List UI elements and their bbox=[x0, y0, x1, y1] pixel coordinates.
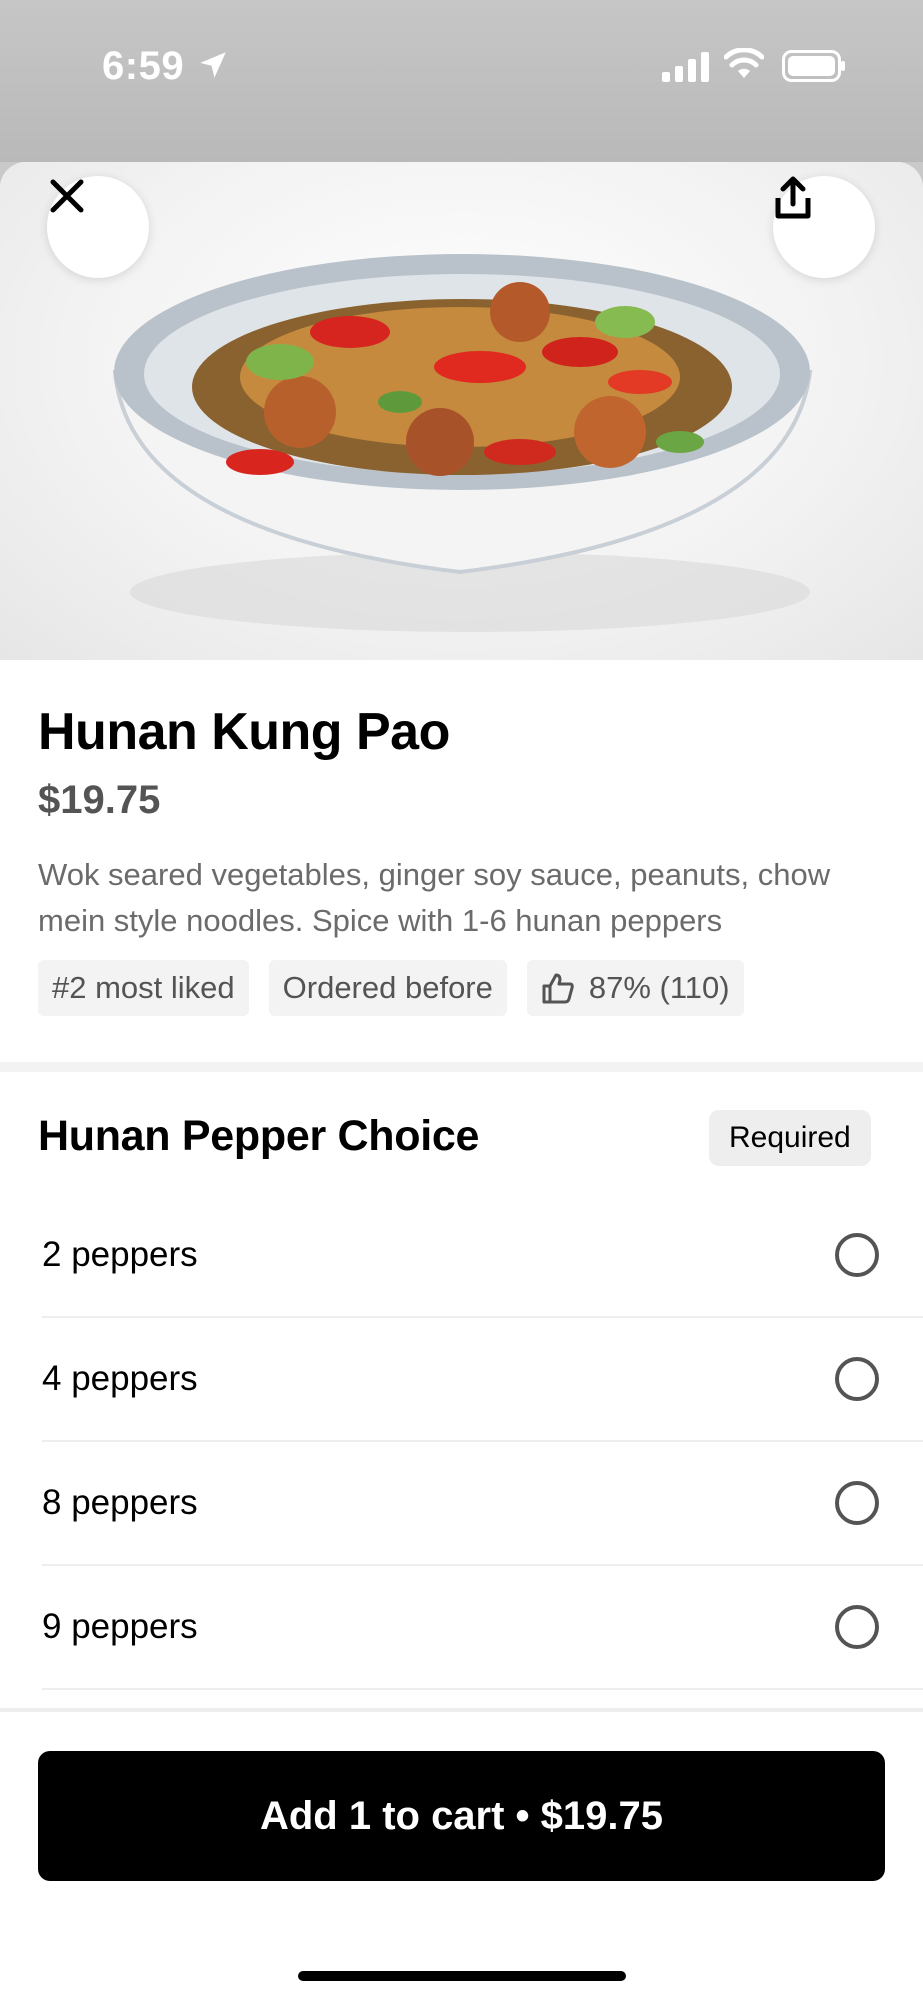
item-badges: #2 most liked Ordered before 87% (110) bbox=[38, 960, 744, 1016]
thumbs-up-icon bbox=[542, 973, 574, 1004]
battery-icon bbox=[782, 50, 845, 82]
dish-photo bbox=[0, 162, 923, 660]
options-section-title: Hunan Pepper Choice bbox=[38, 1112, 480, 1160]
option-9-peppers[interactable]: 9 peppers bbox=[42, 1566, 923, 1690]
required-badge: Required bbox=[709, 1110, 871, 1166]
section-divider bbox=[0, 1062, 923, 1072]
item-price: $19.75 bbox=[38, 778, 161, 822]
status-bar: 6:59 bbox=[0, 0, 923, 162]
option-label: 2 peppers bbox=[42, 1235, 198, 1274]
option-label: 4 peppers bbox=[42, 1359, 198, 1398]
badge-rating: 87% (110) bbox=[526, 960, 744, 1016]
item-detail-sheet: Hunan Kung Pao $19.75 Wok seared vegetab… bbox=[0, 162, 923, 2000]
badge-label: 87% (110) bbox=[588, 970, 730, 1005]
radio-button[interactable] bbox=[835, 1605, 879, 1649]
home-indicator bbox=[298, 1971, 626, 1981]
badge-label: Ordered before bbox=[282, 970, 493, 1005]
share-icon bbox=[775, 176, 811, 219]
radio-button[interactable] bbox=[835, 1481, 879, 1525]
add-to-cart-button[interactable]: Add 1 to cart • $19.75 bbox=[38, 1751, 885, 1881]
location-arrow-icon bbox=[200, 52, 226, 78]
pepper-options-list: 2 peppers 4 peppers 8 peppers 9 peppers bbox=[42, 1194, 923, 1690]
badge-label: #2 most liked bbox=[52, 970, 235, 1005]
cellular-signal-icon bbox=[662, 52, 709, 82]
option-4-peppers[interactable]: 4 peppers bbox=[42, 1318, 923, 1442]
close-icon bbox=[50, 179, 84, 213]
badge-most-liked: #2 most liked bbox=[38, 960, 249, 1016]
radio-button[interactable] bbox=[835, 1357, 879, 1401]
status-time: 6:59 bbox=[102, 44, 185, 88]
footer-divider bbox=[0, 1708, 923, 1712]
wifi-icon bbox=[724, 48, 764, 78]
option-2-peppers[interactable]: 2 peppers bbox=[42, 1194, 923, 1318]
share-button[interactable] bbox=[773, 176, 875, 278]
option-label: 8 peppers bbox=[42, 1483, 198, 1522]
option-8-peppers[interactable]: 8 peppers bbox=[42, 1442, 923, 1566]
badge-ordered-before: Ordered before bbox=[268, 960, 507, 1016]
item-title: Hunan Kung Pao bbox=[38, 703, 450, 761]
item-description: Wok seared vegetables, ginger soy sauce,… bbox=[38, 857, 831, 938]
radio-button[interactable] bbox=[835, 1233, 879, 1277]
option-label: 9 peppers bbox=[42, 1607, 198, 1646]
close-button[interactable] bbox=[47, 176, 149, 278]
